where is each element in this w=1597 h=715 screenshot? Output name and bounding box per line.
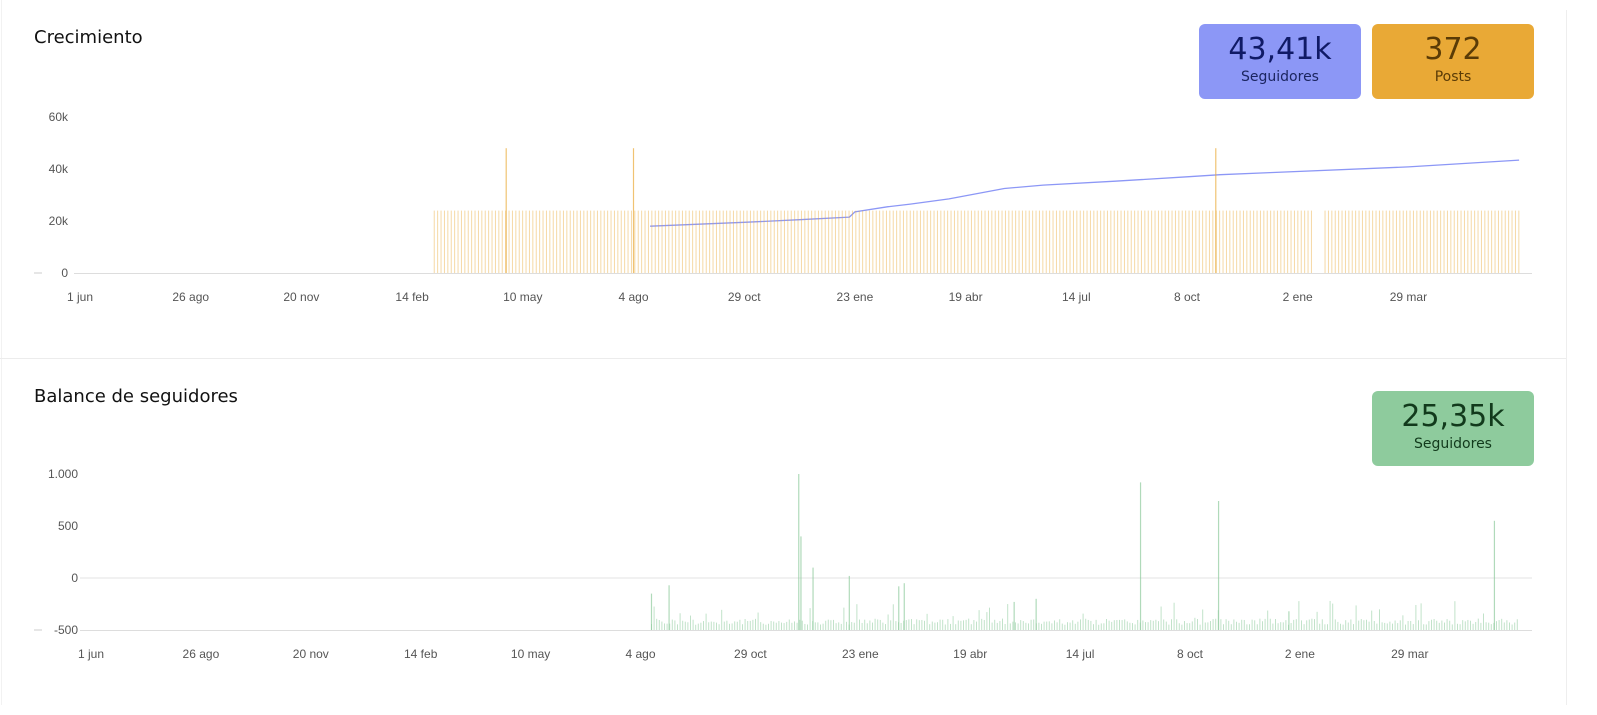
y-tick-label: -500 [54, 623, 78, 637]
balance-title: Balance de seguidores [34, 386, 238, 407]
balance-chart: 1.000 500 0 -5001 jun 26 ago 20 nov 14 feb 10 m… [34, 467, 1532, 661]
x-tick-label: 29 mar [1390, 290, 1427, 304]
y-tick-label: 20k [49, 214, 69, 228]
followers-stat-card: 43,41k Seguidores [1199, 24, 1361, 99]
x-tick-label: 1 jun [78, 647, 104, 661]
x-tick-label: 23 ene [837, 290, 874, 304]
growth-chart: 60k 40k 20k 0 1 jun 26 ago 20 nov 14 feb 10 may 4… [34, 110, 1532, 304]
x-tick-label: 29 oct [734, 647, 767, 661]
y-tick-label: 1.000 [48, 467, 78, 481]
x-tick-label: 10 may [511, 647, 550, 661]
y-tick-label: 60k [49, 110, 69, 124]
followers-stat-value: 43,41k [1228, 32, 1332, 67]
x-tick-label: 10 may [503, 290, 542, 304]
y-tick-label: 40k [49, 162, 69, 176]
x-tick-label: 14 jul [1062, 290, 1091, 304]
balance-stat-label: Seguidores [1414, 436, 1492, 452]
x-tick-label: 4 ago [618, 290, 648, 304]
x-tick-label: 20 nov [293, 647, 329, 661]
x-tick-label: 8 oct [1177, 647, 1204, 661]
x-tick-label: 19 abr [953, 647, 987, 661]
x-tick-label: 1 jun [67, 290, 93, 304]
x-tick-label: 14 feb [395, 290, 429, 304]
x-tick-label: 14 jul [1066, 647, 1095, 661]
x-tick-label: 29 oct [728, 290, 761, 304]
x-tick-label: 20 nov [283, 290, 319, 304]
y-tick-label: 0 [61, 266, 68, 280]
growth-title: Crecimiento [34, 27, 143, 48]
balance-panel: Balance de seguidores 25,35k Seguidores … [0, 359, 1566, 705]
y-tick-label: 0 [71, 571, 78, 585]
y-tick-label: 500 [58, 519, 78, 533]
x-tick-label: 2 ene [1285, 647, 1315, 661]
x-tick-label: 2 ene [1283, 290, 1313, 304]
x-tick-label: 19 abr [949, 290, 983, 304]
x-tick-label: 26 ago [183, 647, 220, 661]
x-tick-label: 8 oct [1174, 290, 1201, 304]
posts-stat-label: Posts [1434, 69, 1472, 85]
growth-panel: Crecimiento 43,41k Seguidores 372 Posts … [0, 0, 1566, 359]
x-tick-label: 29 mar [1391, 647, 1428, 661]
posts-stat-value: 372 [1424, 32, 1482, 67]
x-tick-label: 4 ago [625, 647, 655, 661]
posts-stat-card: 372 Posts [1372, 24, 1534, 99]
followers-line [650, 159, 1520, 227]
x-tick-label: 23 ene [842, 647, 879, 661]
right-border [1566, 10, 1567, 705]
balance-stat-card: 25,35k Seguidores [1372, 391, 1534, 466]
balance-stat-value: 25,35k [1401, 399, 1505, 434]
followers-stat-label: Seguidores [1241, 69, 1319, 85]
x-tick-label: 26 ago [172, 290, 209, 304]
x-tick-label: 14 feb [404, 647, 438, 661]
